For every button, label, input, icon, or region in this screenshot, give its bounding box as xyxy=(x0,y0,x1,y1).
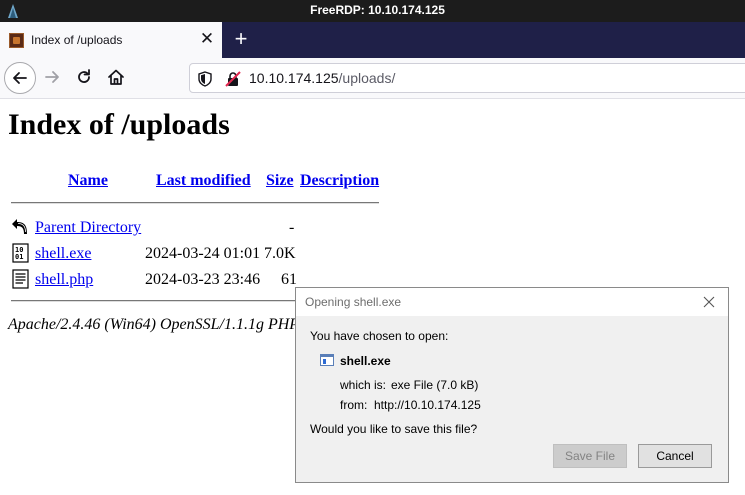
row-size: 7.0K xyxy=(264,245,296,262)
which-is-value: exe File (7.0 kB) xyxy=(391,378,479,392)
file-link-shell-exe[interactable]: shell.exe xyxy=(35,245,91,263)
tab-index-uploads[interactable]: Index of /uploads ✕ xyxy=(0,22,222,58)
rdp-window-title: FreeRDP: 10.10.174.125 xyxy=(310,3,445,17)
home-icon xyxy=(108,69,124,85)
cancel-button[interactable]: Cancel xyxy=(638,444,712,468)
back-button[interactable] xyxy=(4,62,36,94)
column-header-name[interactable]: Name xyxy=(68,172,108,190)
tab-strip: Index of /uploads ✕ + xyxy=(0,22,745,58)
forward-button[interactable] xyxy=(37,62,69,94)
parent-directory-link[interactable]: Parent Directory xyxy=(35,219,141,237)
column-header-last-modified[interactable]: Last modified xyxy=(156,172,251,190)
arrow-right-icon xyxy=(45,71,59,83)
dialog-titlebar: Opening shell.exe xyxy=(296,288,728,316)
column-header-description[interactable]: Description xyxy=(300,172,379,190)
site-favicon-icon xyxy=(9,33,24,48)
download-dialog: Opening shell.exe You have chosen to ope… xyxy=(295,287,729,483)
header-divider xyxy=(11,202,379,204)
from-value: http://10.10.174.125 xyxy=(374,398,481,412)
tab-close-icon[interactable]: ✕ xyxy=(198,30,216,48)
close-icon[interactable] xyxy=(700,293,718,311)
page-title: Index of /uploads xyxy=(8,108,230,141)
reload-button[interactable] xyxy=(69,62,101,94)
dialog-question: Would you like to save this file? xyxy=(310,422,478,436)
dialog-title: Opening shell.exe xyxy=(305,295,402,309)
url-host: 10.10.174.125 xyxy=(249,70,339,86)
reload-icon xyxy=(78,69,90,83)
which-is-label: which is: xyxy=(340,378,387,392)
row-size: - xyxy=(289,219,295,236)
navigation-toolbar: 10.10.174.125/uploads/ xyxy=(0,58,745,99)
rdp-title-bar: FreeRDP: 10.10.174.125 xyxy=(0,0,745,22)
insecure-connection-icon[interactable] xyxy=(225,71,241,87)
new-tab-button[interactable]: + xyxy=(230,28,252,50)
from-label: from: xyxy=(340,398,368,412)
home-button[interactable] xyxy=(101,62,133,94)
row-modified: 2024-03-24 01:01 xyxy=(145,245,261,262)
svg-text:01: 01 xyxy=(15,253,23,261)
tracking-protection-shield-icon[interactable] xyxy=(198,71,212,87)
server-signature: Apache/2.4.46 (Win64) OpenSSL/1.1.1g PHP xyxy=(8,316,300,333)
url-path: /uploads/ xyxy=(338,70,396,86)
dialog-filename: shell.exe xyxy=(340,354,391,368)
back-icon xyxy=(12,219,27,234)
dialog-intro: You have chosen to open: xyxy=(310,329,449,343)
text-file-icon xyxy=(12,269,29,289)
url-text[interactable]: 10.10.174.125/uploads/ xyxy=(249,70,395,86)
binary-file-icon: 10 01 xyxy=(12,243,29,263)
address-bar[interactable]: 10.10.174.125/uploads/ xyxy=(189,63,745,93)
arrow-left-icon xyxy=(13,72,27,84)
file-link-shell-php[interactable]: shell.php xyxy=(35,271,93,289)
save-file-button[interactable]: Save File xyxy=(553,444,627,468)
tab-title: Index of /uploads xyxy=(31,33,123,47)
column-header-size[interactable]: Size xyxy=(266,172,294,190)
row-modified: 2024-03-23 23:46 xyxy=(145,271,261,288)
exe-file-icon xyxy=(320,354,334,366)
